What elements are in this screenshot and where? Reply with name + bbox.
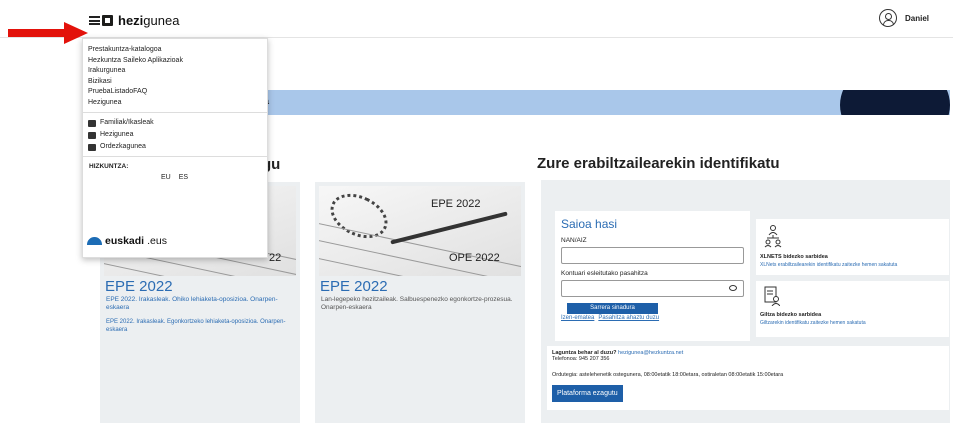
giltza-option[interactable]: Giltza bidezko sarbidea Giltzarekin iden… bbox=[756, 281, 949, 337]
xlnets-title: XLNETS bidezko sarbidea bbox=[760, 254, 828, 260]
menu-item[interactable]: PruebaListadoFAQ bbox=[83, 87, 267, 98]
menu-item[interactable]: Hezkuntza Saileko Aplikazioak bbox=[83, 56, 267, 67]
password-input[interactable] bbox=[561, 280, 744, 297]
document-user-icon bbox=[764, 286, 780, 306]
card-title[interactable]: EPE 2022 bbox=[320, 278, 520, 295]
network-users-icon bbox=[764, 225, 782, 248]
menu-group: Familiak/Ikasleak Hezigunea Ordezkagunea bbox=[83, 112, 267, 157]
menu-item[interactable]: Irakurgunea bbox=[83, 66, 267, 77]
user-avatar-icon[interactable] bbox=[878, 9, 897, 27]
menu-item[interactable]: Bizikasi bbox=[83, 77, 267, 88]
menu-item[interactable]: Hezigunea bbox=[83, 98, 267, 109]
menu-item[interactable]: Prestakuntza-katalogoa bbox=[83, 45, 267, 56]
register-link[interactable]: Izen-ematea bbox=[561, 315, 594, 321]
menu-toggle[interactable]: hezigunea bbox=[89, 13, 179, 28]
username-label: NAN/AIZ bbox=[561, 237, 587, 244]
forgot-password-link[interactable]: Pasahitza ahaztu duzu bbox=[598, 315, 659, 321]
top-bar: hezigunea Daniel bbox=[0, 0, 953, 38]
login-button[interactable]: Sarrera sinadura bbox=[567, 303, 658, 314]
users-icon bbox=[88, 119, 96, 127]
login-form: Saioa hasi NAN/AIZ Kontuari esleitutako … bbox=[555, 211, 750, 341]
hamburger-icon[interactable] bbox=[89, 16, 100, 25]
card-image-label: OPE 2022 bbox=[449, 252, 500, 264]
help-phone: Telefonoa: 945 207 356 bbox=[552, 356, 610, 362]
red-arrow-icon bbox=[8, 22, 88, 44]
menu-item-families[interactable]: Familiak/Ikasleak bbox=[83, 117, 267, 129]
section-heading-login: Zure erabiltzailearekin identifikatu bbox=[537, 155, 780, 172]
hezigunea-logo-icon bbox=[102, 15, 113, 26]
hero-shape bbox=[840, 90, 950, 115]
add-user-icon bbox=[88, 143, 96, 151]
user-menu[interactable]: Daniel bbox=[878, 9, 929, 27]
card-link[interactable]: EPE 2022. Irakasleak. Egonkortzeko lehia… bbox=[106, 319, 294, 335]
brand-name[interactable]: hezigunea bbox=[118, 13, 179, 28]
menu-item-hezigunea[interactable]: Hezigunea bbox=[83, 129, 267, 141]
password-label: Kontuari esleitutako pasahitza bbox=[561, 270, 648, 277]
login-title: Saioa hasi bbox=[561, 217, 618, 231]
giltza-title: Giltza bidezko sarbidea bbox=[760, 312, 822, 318]
euskadi-logo[interactable]: euskadi .eus bbox=[87, 235, 167, 247]
hezigunea-icon bbox=[88, 131, 96, 139]
user-name[interactable]: Daniel bbox=[905, 14, 929, 23]
lang-es[interactable]: ES bbox=[179, 174, 188, 181]
show-password-icon[interactable] bbox=[729, 285, 737, 291]
platform-button[interactable]: Plataforma ezagutu bbox=[552, 385, 623, 402]
card-image-label: EPE 2022 bbox=[431, 198, 481, 210]
xlnets-option[interactable]: XLNETS bidezko sarbidea XLNets erabiltza… bbox=[756, 219, 949, 275]
card-image-label: 22 bbox=[269, 252, 282, 264]
giltza-link[interactable]: Giltzarekin identifikatu zaitezke hemen … bbox=[760, 320, 866, 326]
xlnets-link[interactable]: XLNets erabiltzailearekin identifikatu z… bbox=[760, 262, 897, 268]
help-email-link[interactable]: hezigunea@hezkuntza.net bbox=[618, 350, 683, 356]
card-description[interactable]: EPE 2022. Irakasleak. Ohiko lehiaketa-op… bbox=[106, 296, 294, 313]
card-image: EPE 2022 OPE 2022 bbox=[319, 186, 521, 276]
euskadi-dome-icon bbox=[87, 237, 102, 245]
username-input[interactable] bbox=[561, 247, 744, 264]
card-description: Lan-legepeko hezitzaileak. Salbuespenezk… bbox=[321, 296, 513, 312]
lang-eu[interactable]: EU bbox=[161, 174, 171, 181]
language-heading: HIZKUNTZA: bbox=[89, 163, 129, 170]
card-title[interactable]: EPE 2022 bbox=[105, 278, 295, 295]
menu-item-ordezkagunea[interactable]: Ordezkagunea bbox=[83, 141, 267, 153]
news-card[interactable]: EPE 2022 OPE 2022 EPE 2022 Lan-legepeko … bbox=[315, 182, 525, 423]
help-box: Laguntza behar al duzu? hezigunea@hezkun… bbox=[547, 346, 949, 410]
help-hours: Ordutegia: astelehenetik ostegunera, 08:… bbox=[552, 372, 784, 378]
navigation-menu: Prestakuntza-katalogoa Hezkuntza Saileko… bbox=[82, 38, 268, 258]
